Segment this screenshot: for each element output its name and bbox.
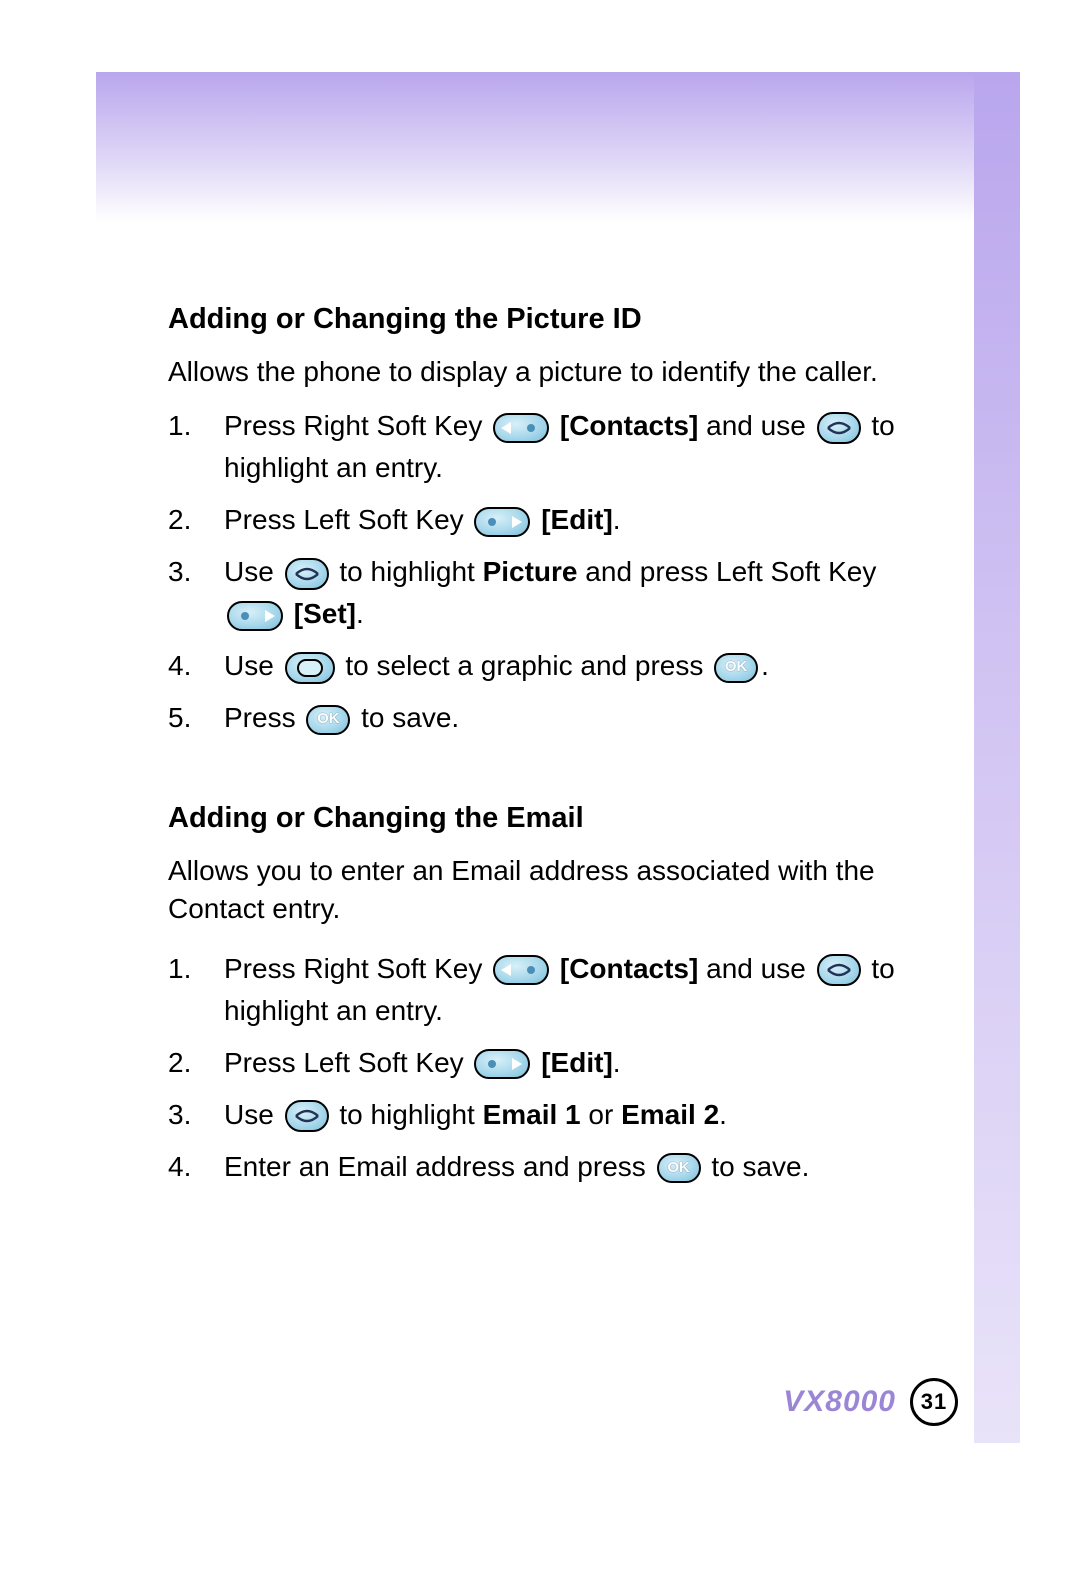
- nav-key-icon: [285, 558, 329, 590]
- list-item: 4. Use to select a graphic and press OK.: [168, 645, 938, 687]
- step-body: Press Left Soft Key [Edit].: [224, 499, 938, 541]
- list-item: 3. Use to highlight Email 1 or Email 2.: [168, 1094, 938, 1136]
- step-number: 1.: [168, 405, 224, 447]
- step-number: 4.: [168, 645, 224, 687]
- steps-list-email: 1. Press Right Soft Key [Contacts] and u…: [168, 948, 938, 1188]
- step-number: 2.: [168, 1042, 224, 1084]
- page-footer: VX8000 31: [168, 1378, 958, 1426]
- step-number: 2.: [168, 499, 224, 541]
- section-intro: Allows you to enter an Email address ass…: [168, 852, 938, 928]
- manual-page: Adding or Changing the Picture ID Allows…: [0, 0, 1080, 1584]
- email1-label: Email 1: [483, 1099, 581, 1130]
- left-soft-key-icon: [227, 601, 283, 631]
- list-item: 2. Press Left Soft Key [Edit].: [168, 499, 938, 541]
- right-soft-key-icon: [493, 413, 549, 443]
- steps-list-picture-id: 1. Press Right Soft Key [Contacts] and u…: [168, 405, 938, 739]
- picture-label: Picture: [483, 556, 578, 587]
- edit-label: [Edit]: [541, 1047, 613, 1078]
- contacts-label: [Contacts]: [560, 953, 698, 984]
- side-gradient: [974, 72, 1020, 1443]
- step-number: 5.: [168, 697, 224, 739]
- step-body: Press OK to save.: [224, 697, 938, 739]
- email2-label: Email 2: [621, 1099, 719, 1130]
- step-body: Enter an Email address and press OK to s…: [224, 1146, 938, 1188]
- list-item: 1. Press Right Soft Key [Contacts] and u…: [168, 948, 938, 1032]
- list-item: 2. Press Left Soft Key [Edit].: [168, 1042, 938, 1084]
- nav-key-icon: [285, 1100, 329, 1132]
- step-body: Use to highlight Email 1 or Email 2.: [224, 1094, 938, 1136]
- step-number: 1.: [168, 948, 224, 990]
- left-soft-key-icon: [474, 1049, 530, 1079]
- ok-key-icon: OK: [657, 1153, 701, 1183]
- step-body: Use to select a graphic and press OK.: [224, 645, 938, 687]
- list-item: 5. Press OK to save.: [168, 697, 938, 739]
- section-intro: Allows the phone to display a picture to…: [168, 353, 938, 391]
- right-soft-key-icon: [493, 955, 549, 985]
- step-body: Press Right Soft Key [Contacts] and use …: [224, 948, 938, 1032]
- step-body: Press Left Soft Key [Edit].: [224, 1042, 938, 1084]
- list-item: 3. Use to highlight Picture and press Le…: [168, 551, 938, 635]
- page-number: 31: [910, 1378, 958, 1426]
- list-item: 4. Enter an Email address and press OK t…: [168, 1146, 938, 1188]
- page-content: Adding or Changing the Picture ID Allows…: [168, 300, 938, 1248]
- nav-ring-key-icon: [285, 652, 335, 684]
- ok-key-icon: OK: [714, 653, 758, 683]
- step-number: 4.: [168, 1146, 224, 1188]
- set-label: [Set]: [294, 598, 356, 629]
- contacts-label: [Contacts]: [560, 410, 698, 441]
- step-number: 3.: [168, 551, 224, 593]
- ok-key-icon: OK: [306, 705, 350, 735]
- left-soft-key-icon: [474, 507, 530, 537]
- section-heading-email: Adding or Changing the Email: [168, 799, 938, 838]
- nav-key-icon: [817, 412, 861, 444]
- model-label: VX8000: [783, 1385, 896, 1419]
- section-heading-picture-id: Adding or Changing the Picture ID: [168, 300, 938, 339]
- list-item: 1. Press Right Soft Key [Contacts] and u…: [168, 405, 938, 489]
- step-number: 3.: [168, 1094, 224, 1136]
- edit-label: [Edit]: [541, 504, 613, 535]
- nav-key-icon: [817, 954, 861, 986]
- header-gradient: [96, 72, 974, 222]
- step-body: Press Right Soft Key [Contacts] and use …: [224, 405, 938, 489]
- step-body: Use to highlight Picture and press Left …: [224, 551, 938, 635]
